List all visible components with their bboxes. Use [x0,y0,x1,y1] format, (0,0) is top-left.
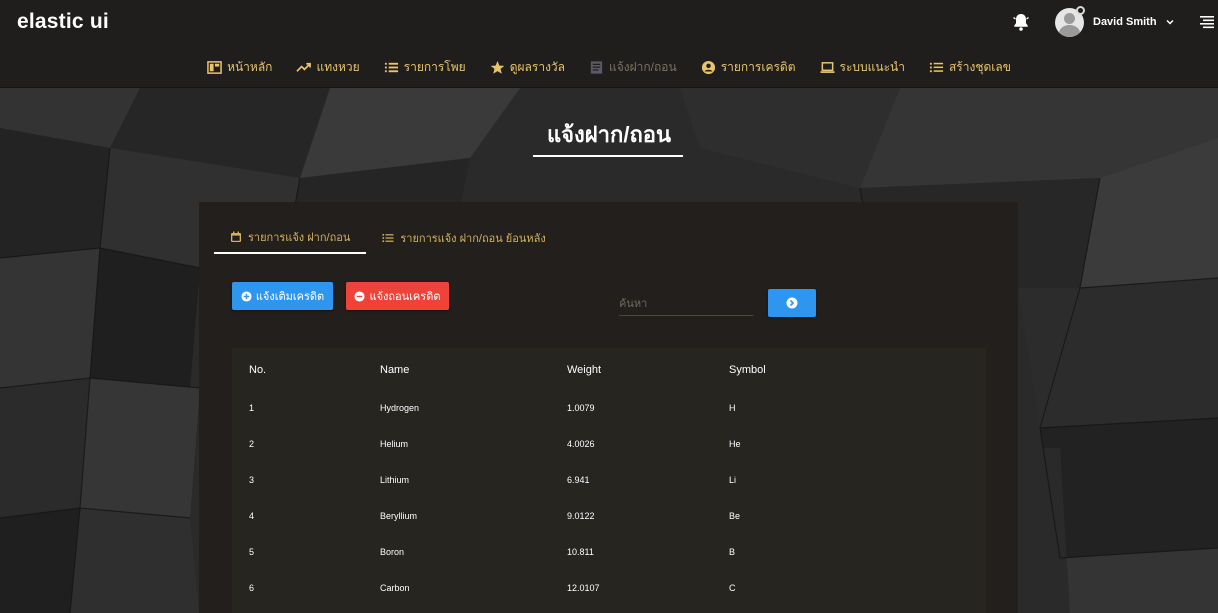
tab-label: รายการแจ้ง ฝาก/ถอน ย้อนหลัง [400,233,546,245]
column-header-name[interactable]: Name [380,348,567,390]
nav-item-credits[interactable]: รายการเครดิต [701,58,796,77]
plus-circle-icon [241,290,252,302]
nav-label: แทงหวย [316,59,360,74]
table-header-row: No. Name Weight Symbol [232,348,986,390]
tab-history[interactable]: รายการแจ้ง ฝาก/ถอน ย้อนหลัง [366,222,561,254]
receipt-icon [590,60,603,74]
cell-weight: 12.0107 [567,583,600,593]
nav-label: รายการโพย [403,59,466,74]
cell-symbol: C [729,583,736,593]
nav-label: สร้างชุดเลข [948,59,1011,74]
arrow-circle-icon [786,297,798,309]
trending-up-icon [296,62,312,72]
cell-no: 3 [249,475,255,485]
nav-item-bet[interactable]: แทงหวย [296,58,360,77]
nav-item-slips[interactable]: รายการโพย [384,58,466,77]
nav-item-deposit-withdraw[interactable]: แจ้งฝาก/ถอน [589,58,677,77]
cell-symbol: Be [729,511,741,521]
page-title: แจ้งฝาก/ถอน [546,122,672,147]
list-numbered-icon [929,62,944,72]
table-row[interactable]: 4 Beryllium 9.0122 Be [232,498,986,534]
main-nav: หน้าหลัก แทงหวย รายการโพย ดูผลรางวัล แจ้… [0,56,1218,78]
cell-symbol: H [729,403,736,413]
withdraw-credit-label: แจ้งถอนเครดิต [369,291,441,303]
title-underline [533,155,683,157]
nav-label: แจ้งฝาก/ถอน [609,59,677,74]
bell-icon[interactable] [1011,12,1031,32]
cell-no: 2 [249,439,255,449]
nav-item-referral[interactable]: ระบบแนะนำ [819,58,905,77]
column-header-weight[interactable]: Weight [567,348,729,390]
star-icon [490,60,505,74]
cell-name: Hydrogen [380,403,420,413]
column-header-no[interactable]: No. [232,348,380,390]
cell-symbol: Li [729,475,737,485]
cell-no: 4 [249,511,255,521]
tab-label: รายการแจ้ง ฝาก/ถอน [248,232,351,244]
minus-circle-icon [354,290,366,302]
table-row[interactable]: 3 Lithium 6.941 Li [232,462,986,498]
user-name: David Smith [1093,16,1157,28]
cell-weight: 10.811 [567,547,594,557]
cell-weight: 1.0079 [567,403,595,413]
search-button[interactable] [768,289,816,317]
cell-no: 6 [249,583,255,593]
deposit-withdraw-card: รายการแจ้ง ฝาก/ถอน รายการแจ้ง ฝาก/ถอน ย้… [199,202,1018,613]
cell-no: 1 [249,403,255,413]
nav-label: หน้าหลัก [227,59,273,74]
top-bar: elastic ui David Smith หน้าหลัก แทงหวย ร… [0,0,1218,88]
search-input[interactable] [619,292,753,316]
nav-item-home[interactable]: หน้าหลัก [207,58,272,77]
table-row[interactable]: 2 Helium 4.0026 He [232,426,986,462]
cell-name: Beryllium [380,511,418,521]
nav-item-results[interactable]: ดูผลรางวัล [490,58,565,77]
cell-name: Helium [380,439,409,449]
table-row[interactable]: 6 Carbon 12.0107 C [232,570,986,606]
deposit-credit-label: แจ้งเติมเครดิต [255,291,325,303]
nav-label: รายการเครดิต [720,59,796,74]
online-status-dot [1076,6,1085,15]
cell-name: Carbon [380,583,410,593]
nav-label: ระบบแนะนำ [839,59,905,74]
brand-logo[interactable]: elastic ui [17,10,109,34]
tab-current-requests[interactable]: รายการแจ้ง ฝาก/ถอน [214,222,367,254]
cell-no: 5 [249,547,255,557]
user-menu[interactable]: David Smith [1055,7,1175,37]
cell-name: Boron [380,547,405,557]
table-row[interactable]: 1 Hydrogen 1.0079 H [232,390,986,426]
cell-weight: 4.0026 [567,439,595,449]
calendar-icon [231,231,241,242]
account-circle-icon [701,60,715,74]
laptop-icon [819,61,835,73]
chevron-down-icon[interactable] [1165,17,1175,27]
deposit-credit-button[interactable]: แจ้งเติมเครดิต [232,282,333,310]
list-icon [382,234,394,242]
tab-bar: รายการแจ้ง ฝาก/ถอน รายการแจ้ง ฝาก/ถอน ย้… [214,222,562,254]
cell-weight: 9.0122 [567,511,595,521]
cell-symbol: B [729,547,736,557]
cell-name: Lithium [380,475,410,485]
dashboard-icon [207,60,222,74]
withdraw-credit-button[interactable]: แจ้งถอนเครดิต [346,282,449,310]
column-header-symbol[interactable]: Symbol [729,348,986,390]
list-icon [384,62,398,72]
cell-symbol: He [729,439,741,449]
menu-icon[interactable] [1199,14,1215,30]
elements-table: No. Name Weight Symbol 1 Hydrogen 1.0079… [232,348,986,613]
nav-item-number-sets[interactable]: สร้างชุดเลข [929,58,1011,77]
cell-weight: 6.941 [567,475,590,485]
table-row[interactable]: 5 Boron 10.811 B [232,534,986,570]
nav-label: ดูผลรางวัล [509,59,566,74]
